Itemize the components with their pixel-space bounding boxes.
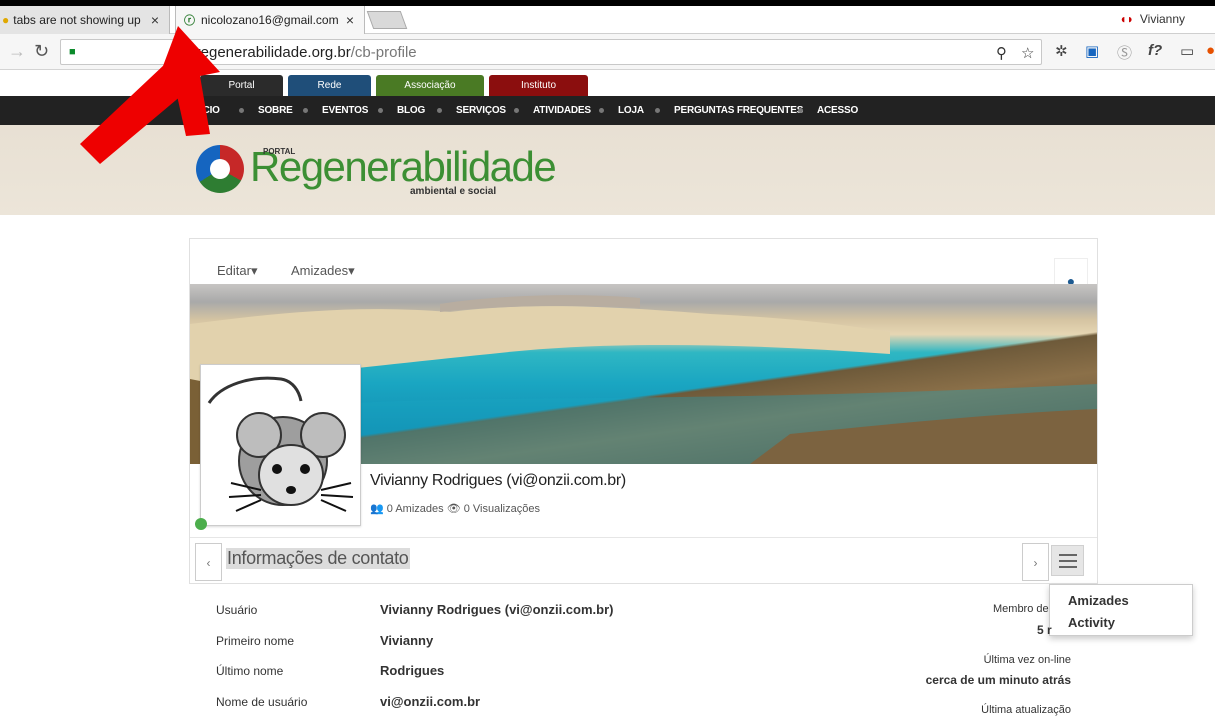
profile-avatar[interactable] [200,364,361,526]
logo-wordmark[interactable]: Regenerabilidade [250,143,557,191]
friends-menu[interactable]: Amizades▾ [291,263,355,279]
friends-count[interactable]: 0 Amizades [387,503,444,515]
smiley-icon: ● [2,13,10,27]
zoom-icon[interactable]: ⚲ [996,44,1007,62]
edit-menu[interactable]: Editar▾ [217,263,258,279]
nav-separator [378,108,383,113]
member-since-value: 5 r [1037,623,1052,637]
nav-separator [437,108,442,113]
online-status-icon [195,518,207,530]
logo-tagline: ambiental e social [410,186,497,197]
nav-separator [655,108,660,113]
field-label-nome-usuario: Nome de usuário [216,695,308,709]
field-value-primeiro-nome: Vivianny [380,633,434,648]
field-label-ultimo-nome: Último nome [216,664,284,678]
field-label-primeiro-nome: Primeiro nome [216,634,295,648]
extension-orange-icon[interactable]: ● [1206,42,1215,59]
dropdown-item-activity[interactable]: Activity [1068,615,1115,630]
close-icon[interactable]: × [342,12,358,28]
skype-icon[interactable]: Ⓢ [1117,42,1132,63]
caret-down-icon: ▾ [348,263,355,278]
forward-icon[interactable]: → [8,41,26,62]
portal-tab-instituto[interactable]: Instituto [489,75,588,96]
extension-s-icon[interactable]: ▣ [1085,42,1099,60]
caret-down-icon: ▾ [250,263,258,278]
url-path: /cb-profile [350,43,417,61]
nav-loja[interactable]: LOJA [618,105,644,116]
users-icon: 👥 [370,503,384,515]
member-since-label: Membro de [993,603,1049,615]
whatfont-icon[interactable]: f? [1148,42,1162,59]
reload-icon[interactable]: ↻ [34,41,49,62]
dropdown-item-amizades[interactable]: Amizades [1068,593,1129,608]
logo-portal-label: PORTAL [263,147,296,156]
extension-bug-icon[interactable]: ✲ [1055,42,1068,60]
eye-icon: 👁 [446,503,461,515]
profile-icon: ◖◗ [1119,12,1134,26]
profile-name: Vivianny Rodrigues (vi@onzii.com.br) [370,472,626,489]
nav-separator [239,108,244,113]
profile-name: Vivianny [1139,12,1185,26]
nav-separator [599,108,604,113]
star-icon[interactable]: ☆ [1021,44,1034,62]
nav-sobre[interactable]: SOBRE [258,105,293,116]
nav-atividades[interactable]: ATIVIDADES [533,105,591,116]
edit-menu-label: Editar [217,263,251,278]
nav-separator [303,108,308,113]
field-value-usuario: Vivianny Rodrigues (vi@onzii.com.br) [380,602,614,617]
tab-contact-info[interactable]: Informações de contato [226,548,410,569]
tabs-dropdown-menu: Amizades Activity [1049,584,1193,636]
portal-tab-associacao[interactable]: Associação [376,75,484,96]
nav-servicos[interactable]: SERVIÇOS [456,105,506,116]
mouse-avatar-icon [207,376,354,512]
field-value-ultimo-nome: Rodrigues [380,663,445,678]
tab-next-button[interactable]: › [1022,543,1049,581]
portal-tab-rede[interactable]: Rede [288,75,371,96]
new-tab-button[interactable] [366,11,408,29]
tab-prev-button[interactable]: ‹ [195,543,222,581]
profile-stats: 👥 0 Amizades 👁 0 Visualizações [370,502,540,515]
last-online-label: Última vez on-line [983,654,1071,666]
field-label-usuario: Usuário [216,603,258,617]
nav-separator [798,108,803,113]
profile-button[interactable]: ◖◗ Vivianny [1119,12,1185,26]
views-count: 0 Visualizações [463,503,540,515]
last-online-value: cerca de um minuto atrás [925,673,1071,687]
field-value-nome-usuario: vi@onzii.com.br [380,694,481,709]
nav-acesso[interactable]: ACESSO [817,105,858,116]
red-arrow-annotation-icon [80,26,220,164]
friends-menu-label: Amizades [291,263,349,278]
nav-blog[interactable]: BLOG [397,105,425,116]
nav-perguntas[interactable]: PERGUNTAS FREQUENTES [674,105,803,116]
last-update-label: Última atualização [981,704,1071,716]
nav-separator [514,108,519,113]
nav-eventos[interactable]: EVENTOS [322,105,368,116]
hamburger-menu-icon[interactable] [1051,545,1084,576]
cast-icon[interactable]: ▭ [1180,42,1194,60]
